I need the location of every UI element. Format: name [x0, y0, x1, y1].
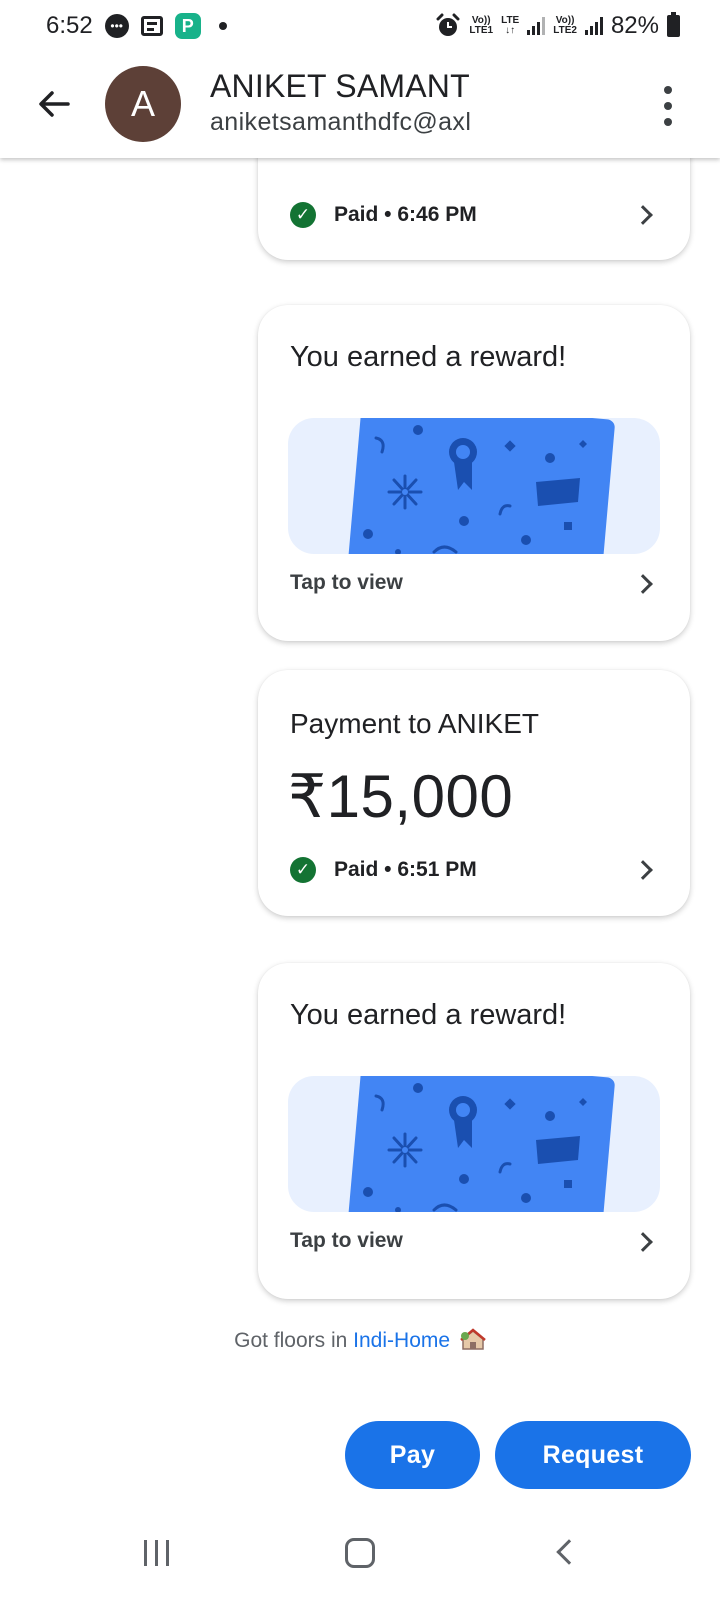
gpay-chat-screen: 6:52 ••• P Vo)) LTE1 LTE ↓↑ Vo)) LTE2 82… [0, 0, 720, 1600]
chevron-right-icon [633, 1232, 653, 1252]
house-icon [460, 1328, 486, 1350]
tap-to-view-label[interactable]: Tap to view [290, 571, 403, 595]
reward-card[interactable]: You earned a reward! Tap to view [258, 305, 690, 641]
status-right: Vo)) LTE1 LTE ↓↑ Vo)) LTE2 82% [435, 12, 680, 40]
tap-to-view-label[interactable]: Tap to view [290, 1229, 403, 1253]
sim2-lte-label: LTE2 [553, 25, 577, 36]
signal-icon [527, 17, 546, 35]
message-icon: ••• [104, 14, 129, 38]
data-arrows-label: ↓↑ [505, 25, 516, 36]
back-arrow-icon[interactable] [34, 84, 74, 124]
reward-title: You earned a reward! [290, 999, 567, 1031]
more-options-icon[interactable] [660, 86, 676, 126]
alarm-icon [436, 13, 460, 36]
status-time: 6:52 [46, 12, 93, 39]
status-bar: 6:52 ••• P Vo)) LTE1 LTE ↓↑ Vo)) LTE2 82… [0, 0, 720, 52]
chat-header: A ANIKET SAMANT aniketsamanthdfc@axl [0, 52, 720, 158]
promo-text: Got floors in [234, 1329, 348, 1352]
system-nav-bar [0, 1510, 720, 1600]
nav-back-icon[interactable] [556, 1539, 582, 1565]
check-icon: ✓ [290, 857, 316, 883]
sim1-indicator: Vo)) LTE1 [469, 16, 493, 36]
sim2-indicator: Vo)) LTE2 [553, 16, 577, 36]
check-icon: ✓ [290, 202, 316, 228]
scratch-card-image[interactable] [288, 1076, 660, 1212]
payment-status: ✓ Paid • 6:51 PM [290, 857, 477, 883]
payment-status: ✓ Paid • 6:46 PM [290, 202, 477, 228]
promo-note: Got floors in Indi-Home [0, 1328, 720, 1353]
payment-app-icon: P [174, 13, 201, 39]
sim1-lte-label: LTE1 [469, 25, 494, 36]
payment-status-text: Paid • 6:46 PM [334, 203, 477, 226]
reward-card[interactable]: You earned a reward! Tap to view [258, 963, 690, 1299]
scratch-card-image[interactable] [288, 418, 660, 554]
payment-status-text: Paid • 6:51 PM [334, 858, 477, 881]
chevron-right-icon [633, 574, 653, 594]
contact-upi-id: aniketsamanthdfc@axl [210, 108, 472, 136]
contact-name[interactable]: ANIKET SAMANT [210, 68, 470, 105]
reward-title: You earned a reward! [290, 341, 567, 373]
lte-indicator: LTE ↓↑ [501, 16, 519, 36]
promo-link[interactable]: Indi-Home [353, 1329, 450, 1352]
chevron-right-icon [633, 860, 653, 880]
battery-icon [667, 12, 680, 37]
news-icon [140, 16, 163, 36]
payment-card[interactable]: Payment to ANIKET ₹15,000 ✓ Paid • 6:51 … [258, 670, 690, 916]
notification-dot-icon [218, 22, 227, 30]
pay-button[interactable]: Pay [345, 1421, 480, 1489]
home-icon[interactable] [345, 1538, 375, 1568]
request-button[interactable]: Request [495, 1421, 691, 1489]
status-left: 6:52 ••• P [46, 12, 227, 40]
payment-amount: ₹15,000 [288, 763, 514, 830]
recent-apps-icon[interactable] [144, 1540, 169, 1566]
avatar[interactable]: A [105, 66, 181, 142]
chevron-right-icon [633, 205, 653, 225]
payment-title: Payment to ANIKET [290, 708, 539, 739]
battery-percent: 82% [610, 12, 659, 39]
signal-icon [584, 17, 603, 35]
